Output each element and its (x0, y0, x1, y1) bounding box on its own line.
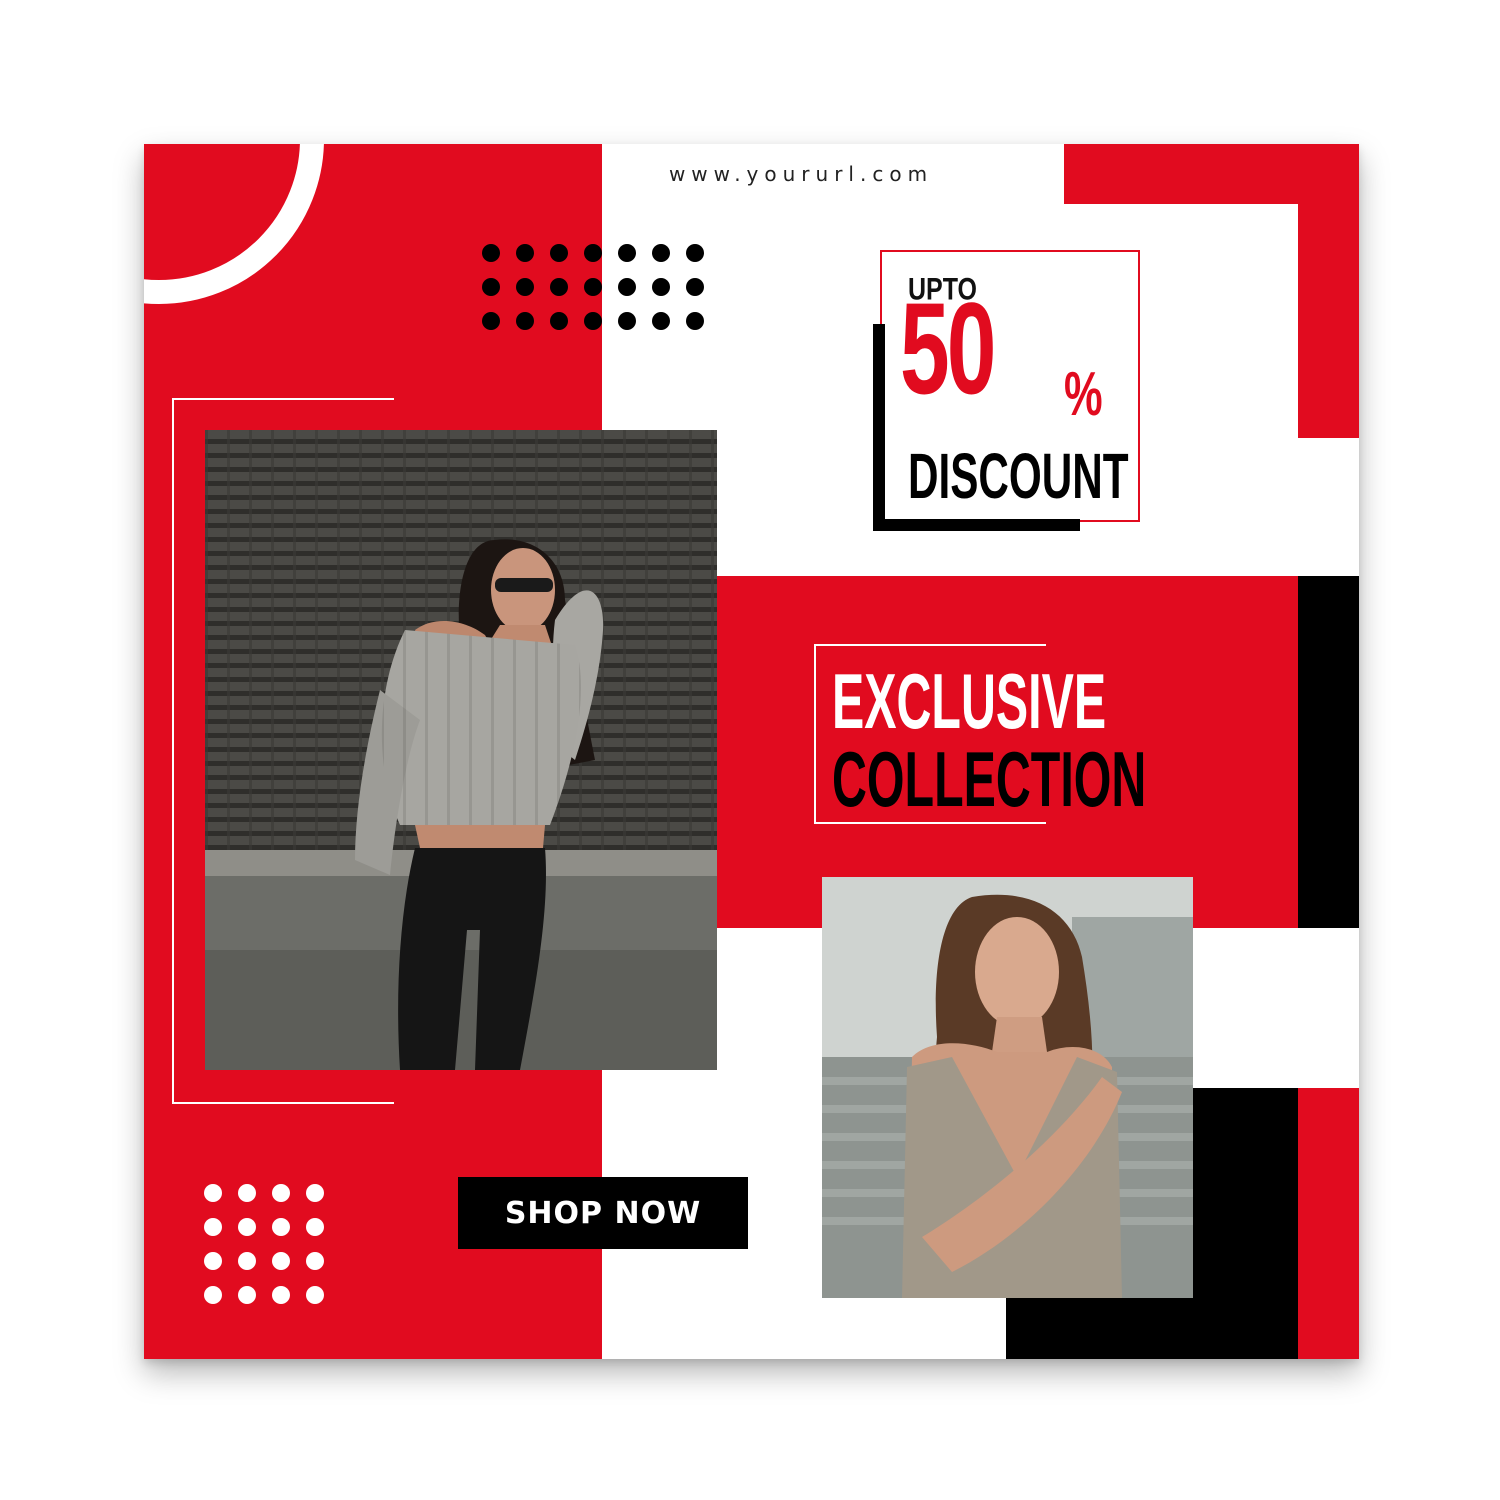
headline-line-1: EXCLUSIVE (832, 657, 1107, 745)
headline-line-2: COLLECTION (832, 735, 1147, 823)
shop-now-button[interactable]: SHOP NOW (458, 1177, 748, 1249)
bottom-right-red-strip (1298, 1088, 1359, 1359)
model-photo-dress (822, 877, 1193, 1298)
dot-grid-black-icon (482, 244, 704, 330)
discount-accent-horizontal (873, 519, 1080, 531)
discount-accent-vertical (873, 324, 885, 531)
discount-percent-sign: % (1064, 360, 1103, 429)
photo-frame-top (172, 398, 394, 400)
discount-word: DISCOUNT (908, 440, 1129, 512)
discount-number: 50 (900, 276, 996, 422)
dot-grid-white-icon (204, 1184, 324, 1304)
website-url[interactable]: www.yoururl.com (601, 162, 1001, 186)
model-photo-sweater (205, 430, 717, 1070)
middle-black-bar (1298, 576, 1359, 928)
photo-frame-left (172, 398, 174, 1104)
photo-frame-bottom (172, 1102, 394, 1104)
promo-banner: www.yoururl.com UPTO 50 % DISCOUNT EXCLU… (144, 144, 1359, 1359)
